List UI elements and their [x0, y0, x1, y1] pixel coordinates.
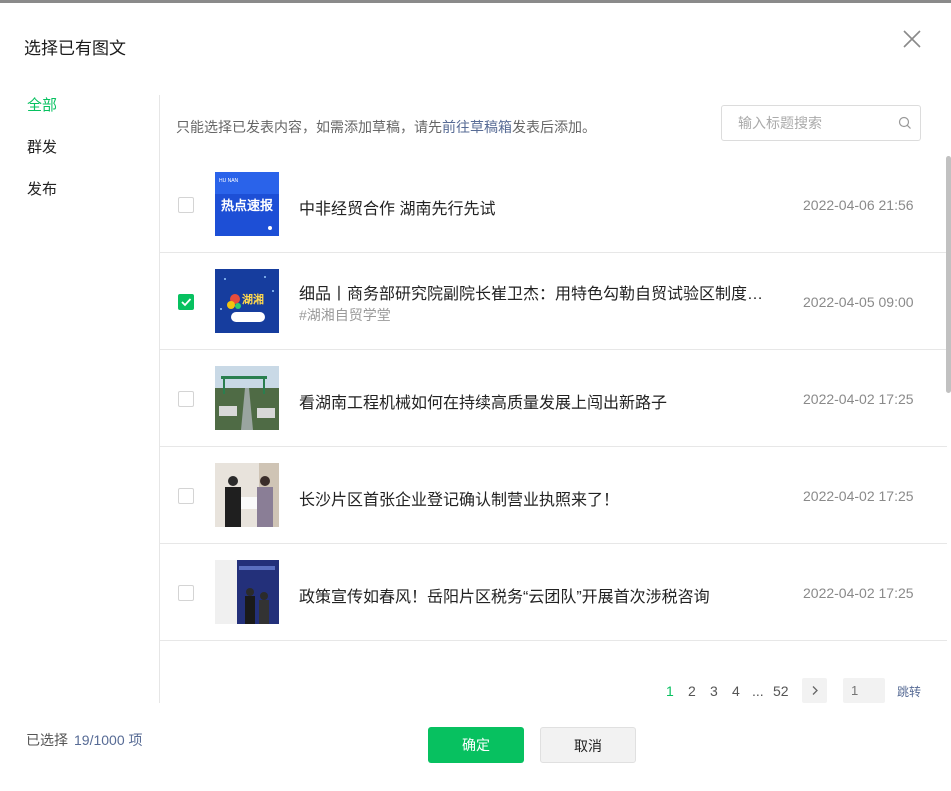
selected-count: 19/1000 项	[74, 732, 143, 748]
page-4[interactable]: 4	[732, 683, 740, 699]
search-box	[721, 105, 921, 141]
page-ellipsis: ...	[752, 683, 764, 699]
list-item[interactable]: 政策宣传如春风！岳阳片区税务“云团队”开展首次涉税咨询 2022-04-02 1…	[160, 544, 947, 641]
chevron-right-icon	[812, 686, 818, 695]
notice-text: 只能选择已发表内容，如需添加草稿，请先前往草稿箱发表后添加。	[176, 117, 596, 137]
close-icon	[903, 30, 921, 48]
article-checkbox[interactable]	[178, 197, 194, 213]
page-jump-input[interactable]	[843, 678, 885, 703]
sidebar: 全部 群发 发布	[0, 95, 159, 221]
cancel-button[interactable]: 取消	[540, 727, 636, 763]
article-thumbnail: 湖湘	[215, 269, 279, 333]
list-item[interactable]: HU NAN 热点速报 中非经贸合作 湖南先行先试 2022-04-06 21:…	[160, 156, 947, 253]
sidebar-item-all[interactable]: 全部	[0, 95, 159, 137]
article-list: HU NAN 热点速报 中非经贸合作 湖南先行先试 2022-04-06 21:…	[160, 156, 947, 656]
article-tag: #湖湘自贸学堂	[299, 307, 391, 323]
article-checkbox[interactable]	[178, 391, 194, 407]
svg-text:HU NAN: HU NAN	[219, 178, 239, 184]
article-title[interactable]: 中非经贸合作 湖南先行先试	[299, 195, 769, 219]
list-item[interactable]: 长沙片区首张企业登记确认制营业执照来了！ 2022-04-02 17:25	[160, 447, 947, 544]
article-date: 2022-04-02 17:25	[803, 585, 914, 601]
article-title[interactable]: 长沙片区首张企业登记确认制营业执照来了！	[299, 486, 769, 510]
close-button[interactable]	[900, 27, 924, 51]
article-title[interactable]: 看湖南工程机械如何在持续高质量发展上闯出新路子	[299, 389, 769, 413]
list-item[interactable]: 湖湘 细品丨商务部研究院副院长崔卫杰：用特色勾勒自贸试验区制度创新的“湖南样本”…	[160, 253, 947, 350]
page-2[interactable]: 2	[688, 683, 696, 699]
check-icon	[181, 298, 192, 307]
page-1[interactable]: 1	[666, 683, 674, 699]
sidebar-item-mass-send[interactable]: 群发	[0, 137, 159, 179]
thumb-text: 湖湘	[242, 292, 264, 306]
confirm-button[interactable]: 确定	[428, 727, 524, 763]
next-page-button[interactable]	[802, 678, 827, 703]
article-thumbnail	[215, 560, 279, 624]
window-top-border	[0, 0, 951, 3]
article-date: 2022-04-02 17:25	[803, 488, 914, 504]
article-checkbox[interactable]	[178, 488, 194, 504]
article-title[interactable]: 细品丨商务部研究院副院长崔卫杰：用特色勾勒自贸试验区制度创新的“湖南样本”	[299, 280, 769, 304]
drafts-link[interactable]: 前往草稿箱	[442, 119, 512, 135]
page-last[interactable]: 52	[773, 683, 789, 699]
dialog-title: 选择已有图文	[24, 39, 126, 58]
thumb-text: 热点速报	[221, 198, 274, 214]
article-date: 2022-04-05 09:00	[803, 294, 914, 310]
search-input[interactable]	[722, 106, 882, 140]
article-thumbnail	[215, 463, 279, 527]
page-jump-button[interactable]: 跳转	[897, 683, 921, 700]
article-checkbox[interactable]	[178, 294, 194, 310]
article-checkbox[interactable]	[178, 585, 194, 601]
article-thumbnail: HU NAN 热点速报	[215, 172, 279, 236]
selected-label: 已选择	[26, 732, 68, 748]
notice-prefix: 只能选择已发表内容，如需添加草稿，请先	[176, 119, 442, 135]
article-thumbnail	[215, 366, 279, 430]
article-date: 2022-04-06 21:56	[803, 197, 914, 213]
list-scrollbar[interactable]	[946, 156, 951, 393]
search-icon[interactable]	[897, 115, 913, 131]
page-3[interactable]: 3	[710, 683, 718, 699]
article-title[interactable]: 政策宣传如春风！岳阳片区税务“云团队”开展首次涉税咨询	[299, 583, 769, 607]
selected-info: 已选择 19/1000 项	[26, 730, 143, 750]
sidebar-item-publish[interactable]: 发布	[0, 179, 159, 221]
list-item[interactable]: 看湖南工程机械如何在持续高质量发展上闯出新路子 2022-04-02 17:25	[160, 350, 947, 447]
article-date: 2022-04-02 17:25	[803, 391, 914, 407]
notice-suffix: 发表后添加。	[512, 119, 596, 135]
